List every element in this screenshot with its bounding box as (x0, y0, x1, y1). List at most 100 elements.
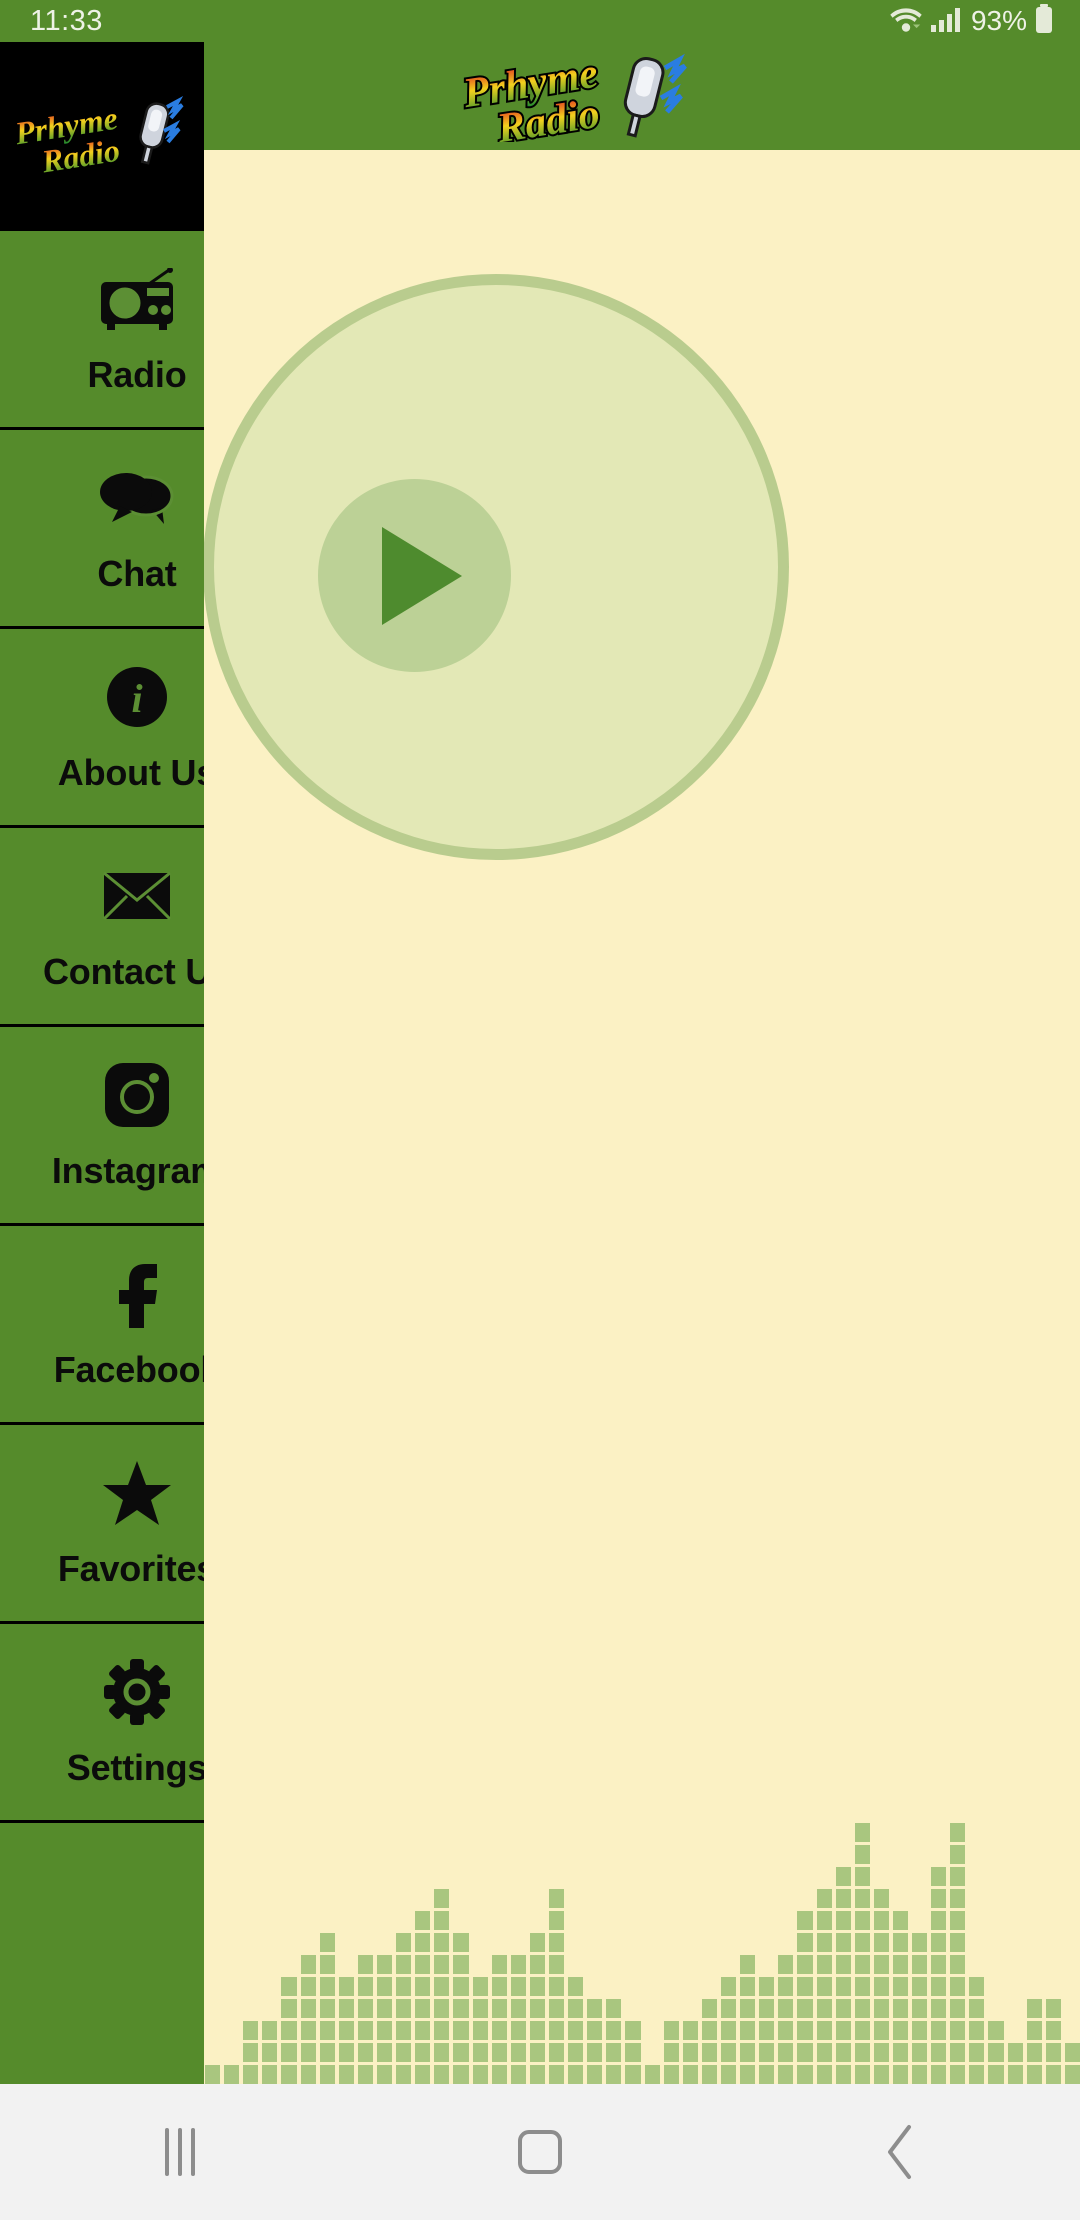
equalizer-segment (797, 2021, 813, 2040)
equalizer-segment (740, 1999, 756, 2018)
equalizer-segment (491, 1999, 507, 2018)
equalizer-bar (759, 1977, 775, 2084)
back-button[interactable] (720, 2084, 1080, 2220)
equalizer-bar (988, 2021, 1004, 2084)
equalizer-segment (950, 1845, 966, 1864)
audio-equalizer-visualizer (204, 1823, 1080, 2084)
equalizer-segment (931, 1889, 947, 1908)
status-bar-indicators: 93% (889, 3, 1054, 39)
equalizer-segment (606, 2065, 622, 2084)
sidebar-navigation[interactable]: Prhyme Radio Radio Chat i About Us Conta… (0, 42, 204, 2084)
equalizer-segment (854, 2021, 870, 2040)
equalizer-segment (281, 2021, 297, 2040)
sidebar-item-label: Facebook (53, 1349, 204, 1390)
equalizer-segment (720, 2065, 737, 2084)
equalizer-segment (548, 2065, 565, 2084)
recents-button[interactable] (0, 2084, 360, 2220)
equalizer-segment (816, 2043, 832, 2062)
equalizer-bar (835, 1867, 851, 2084)
android-navigation-bar[interactable] (0, 2084, 1080, 2220)
sidebar-item-label: Instagram (51, 1150, 204, 1191)
equalizer-bar (510, 1955, 526, 2084)
equalizer-segment (376, 1955, 393, 1974)
equalizer-bar (682, 2021, 698, 2084)
equalizer-segment (969, 2065, 985, 2084)
equalizer-segment (797, 1977, 813, 1996)
equalizer-segment (816, 2065, 832, 2084)
equalizer-segment (778, 1999, 794, 2018)
equalizer-segment (606, 1999, 622, 2018)
equalizer-segment (491, 2021, 507, 2040)
equalizer-segment (510, 2065, 526, 2084)
sidebar-item-settings[interactable]: Settings (0, 1624, 204, 1823)
equalizer-segment (548, 2043, 565, 2062)
equalizer-segment (892, 2065, 909, 2084)
equalizer-segment (778, 2021, 794, 2040)
equalizer-segment (396, 2065, 412, 2084)
equalizer-bar (281, 1977, 297, 2084)
equalizer-segment (453, 2043, 469, 2062)
equalizer-segment (854, 1867, 870, 1886)
equalizer-segment (434, 2021, 450, 2040)
equalizer-segment (376, 2043, 393, 2062)
sidebar-item-radio[interactable]: Radio (0, 231, 204, 430)
sidebar-item-about-us[interactable]: i About Us (0, 629, 204, 828)
equalizer-segment (300, 1999, 316, 2018)
sidebar-item-instagram[interactable]: Instagram (0, 1027, 204, 1226)
equalizer-bar (778, 1955, 794, 2084)
equalizer-segment (281, 1977, 297, 1996)
equalizer-segment (950, 1999, 966, 2018)
equalizer-segment (434, 2065, 450, 2084)
equalizer-segment (912, 1955, 928, 1974)
sidebar-item-facebook[interactable]: Facebook (0, 1226, 204, 1425)
equalizer-segment (854, 1911, 870, 1930)
equalizer-segment (625, 2021, 641, 2040)
equalizer-segment (357, 1999, 373, 2018)
sidebar-item-chat[interactable]: Chat (0, 430, 204, 629)
equalizer-segment (892, 1999, 909, 2018)
equalizer-segment (969, 2021, 985, 2040)
equalizer-segment (740, 2021, 756, 2040)
equalizer-segment (969, 2043, 985, 2062)
equalizer-bar (357, 1955, 373, 2084)
play-button[interactable] (318, 479, 511, 672)
equalizer-segment (338, 2021, 354, 2040)
equalizer-segment (415, 1977, 431, 1996)
equalizer-segment (243, 2065, 259, 2084)
equalizer-segment (548, 1911, 565, 1930)
sidebar-item-contact-us[interactable]: Contact Us (0, 828, 204, 1027)
equalizer-segment (338, 2043, 354, 2062)
equalizer-segment (797, 1933, 813, 1952)
equalizer-segment (1064, 2065, 1080, 2084)
equalizer-segment (950, 1823, 966, 1842)
equalizer-bar (720, 1977, 737, 2084)
sidebar-item-label: Favorites (57, 1548, 204, 1589)
equalizer-segment (892, 1977, 909, 1996)
equalizer-bar (854, 1823, 870, 2084)
equalizer-segment (701, 1999, 717, 2018)
equalizer-segment (568, 1999, 584, 2018)
equalizer-segment (873, 2021, 889, 2040)
equalizer-segment (396, 1999, 412, 2018)
sidebar-item-favorites[interactable]: Favorites (0, 1425, 204, 1624)
equalizer-segment (931, 2043, 947, 2062)
sidebar-item-label: Settings (66, 1747, 204, 1788)
equalizer-segment (931, 1977, 947, 1996)
equalizer-segment (281, 2065, 297, 2084)
equalizer-segment (376, 1999, 393, 2018)
radio-icon (99, 262, 175, 336)
equalizer-segment (357, 2021, 373, 2040)
equalizer-segment (300, 2065, 316, 2084)
equalizer-bar (472, 1977, 488, 2084)
home-button[interactable] (360, 2084, 720, 2220)
equalizer-segment (319, 2065, 335, 2084)
equalizer-segment (396, 1955, 412, 1974)
equalizer-segment (835, 1955, 851, 1974)
equalizer-segment (434, 1955, 450, 1974)
play-triangle-icon (381, 526, 462, 625)
equalizer-segment (510, 1955, 526, 1974)
equalizer-segment (816, 1999, 832, 2018)
equalizer-bar (568, 1977, 584, 2084)
equalizer-segment (835, 1911, 851, 1930)
equalizer-segment (319, 1999, 335, 2018)
